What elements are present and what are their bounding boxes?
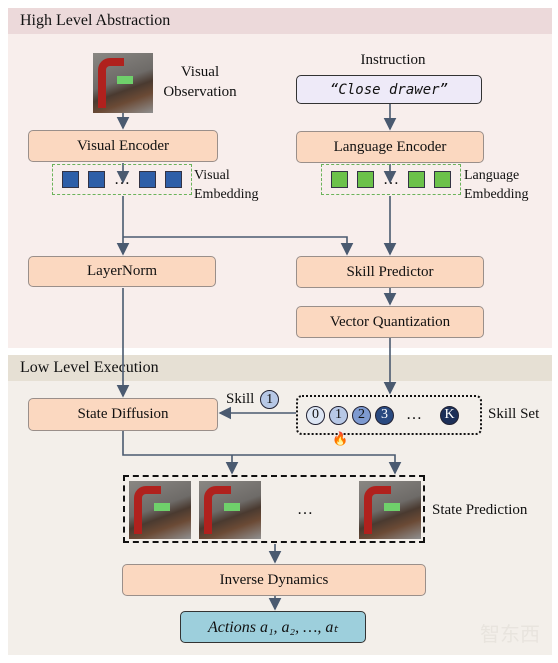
label-line: Visual [180, 64, 220, 80]
visual-observation-label: Visual Observation [160, 62, 240, 102]
ellipsis: … [297, 501, 313, 518]
skill-set-label: Skill Set [488, 406, 540, 422]
skill-2: 2 [352, 405, 371, 425]
skill-k: K [440, 405, 459, 425]
language-encoder: Language Encoder [296, 131, 484, 163]
instruction-input: “Close drawer” [296, 75, 482, 104]
skill-label: Skill [226, 391, 255, 407]
embedding-token [62, 171, 80, 188]
skill-badge: 1 [260, 390, 280, 409]
diagram: High Level Abstraction Low Level Executi… [0, 0, 558, 663]
embedding-token [138, 171, 156, 188]
visual-encoder: Visual Encoder [28, 130, 218, 162]
embedding-token [88, 171, 106, 188]
label-line: Embedding [194, 187, 259, 202]
visual-embedding: … [52, 164, 192, 195]
inverse-dynamics: Inverse Dynamics [122, 564, 426, 596]
embedding-token [433, 171, 451, 188]
predicted-frame [129, 481, 191, 539]
watermark: 智东西 [480, 622, 540, 646]
fire-icon: 🔥 [332, 431, 349, 446]
label-line: Observation [163, 84, 237, 100]
visual-embedding-label: Visual Embedding [194, 166, 259, 204]
label-line: Embedding [464, 187, 529, 202]
state-prediction-label: State Prediction [432, 502, 528, 518]
ellipsis: … [113, 170, 130, 188]
ellipsis: … [382, 170, 399, 188]
visual-observation-image [93, 53, 153, 113]
vector-quantization: Vector Quantization [296, 306, 484, 338]
ellipsis: … [406, 406, 422, 423]
label-line: Visual [194, 168, 230, 183]
skill-0: 0 [306, 405, 325, 425]
state-diffusion: State Diffusion [28, 398, 218, 431]
skill-set: 0 1 2 3 … K [296, 395, 482, 435]
skill-predictor: Skill Predictor [296, 256, 484, 288]
embedding-token [164, 171, 182, 188]
selected-skill: Skill 1 [226, 390, 281, 409]
label-line: Language [464, 168, 520, 183]
skill-1: 1 [329, 405, 348, 425]
predicted-frame [359, 481, 421, 539]
state-prediction-frames: … [123, 475, 425, 543]
language-embedding-label: Language Embedding [464, 166, 529, 204]
embedding-token [331, 171, 349, 188]
actions-output: Actions a₁, a₂, …, aₜ [180, 611, 366, 643]
instruction-label: Instruction [360, 52, 426, 68]
layernorm: LayerNorm [28, 256, 216, 287]
embedding-token [357, 171, 375, 188]
skill-3: 3 [375, 405, 394, 425]
language-embedding: … [321, 164, 461, 195]
predicted-frame [199, 481, 261, 539]
embedding-token [407, 171, 425, 188]
